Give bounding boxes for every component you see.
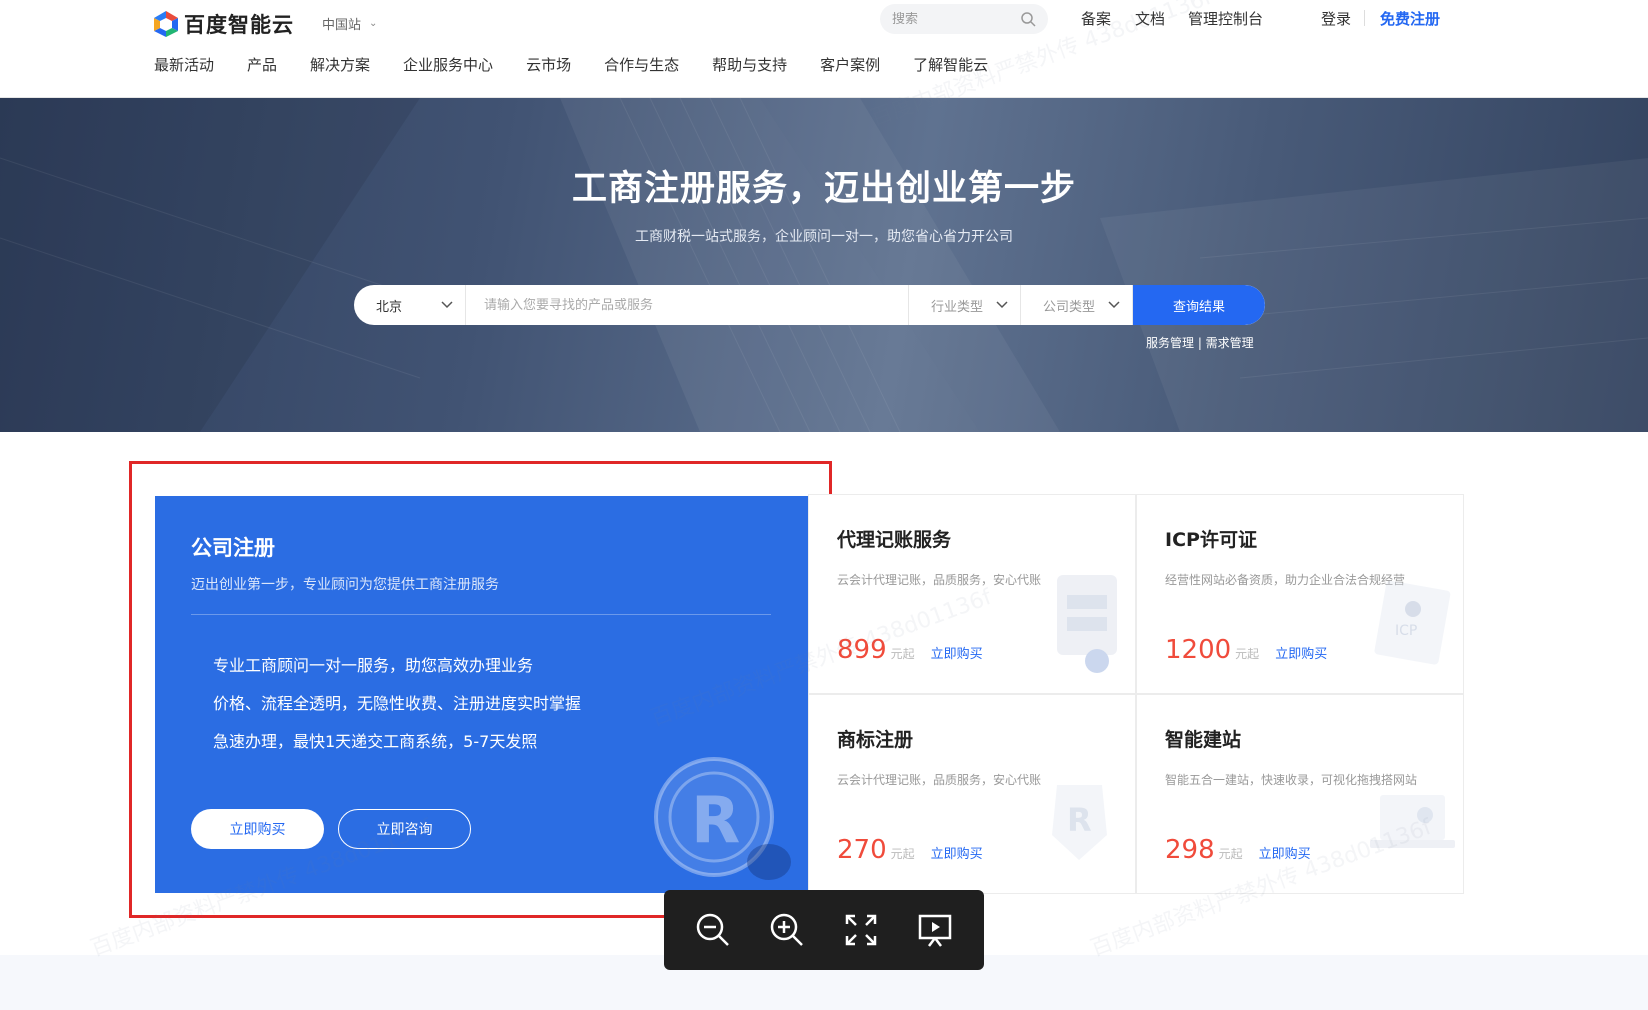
buy-now-link[interactable]: 立即购买	[1259, 843, 1311, 862]
card-description: 云会计代理记账，品质服务，安心代账	[837, 573, 1042, 587]
company-registration-card[interactable]: 公司注册 迈出创业第一步，专业顾问为您提供工商注册服务 专业工商顾问一对一服务，…	[155, 496, 808, 893]
chevron-down-icon	[996, 301, 1008, 309]
divider	[191, 614, 771, 615]
hero-title: 工商注册服务，迈出创业第一步	[571, 169, 1076, 209]
card-price: 298 元起 立即购买	[1165, 835, 1311, 865]
certificate-illustration-icon: ICP	[1374, 580, 1451, 665]
price-value: 270	[837, 835, 887, 865]
region-label: 中国站	[322, 18, 362, 33]
feature-bullet: 急速办理，最快1天递交工商系统，5-7天发照	[213, 732, 538, 751]
beian-link[interactable]: 备案	[1081, 8, 1111, 29]
login-link[interactable]: 登录	[1321, 8, 1351, 29]
top-header: 百度智能云 中国站 ⌄ 备案 文档 管理控制台 登录 免费注册 最新活动 产品 …	[0, 0, 1648, 98]
registered-trademark-icon: R	[654, 757, 791, 880]
console-link[interactable]: 管理控制台	[1188, 8, 1263, 29]
header-search[interactable]	[880, 4, 1048, 34]
card-price: 1200 元起 立即购买	[1165, 635, 1327, 665]
consult-button[interactable]: 立即咨询	[338, 809, 471, 849]
docs-link[interactable]: 文档	[1135, 8, 1165, 29]
nav-item-about[interactable]: 了解智能云	[913, 54, 988, 75]
price-unit: 元起	[890, 647, 915, 661]
search-icon[interactable]	[1020, 11, 1036, 27]
buy-now-link[interactable]: 立即购买	[931, 643, 983, 662]
feature-subtitle: 迈出创业第一步，专业顾问为您提供工商注册服务	[191, 577, 499, 593]
logo[interactable]: 百度智能云	[152, 8, 294, 40]
laptop-illustration-icon	[1370, 795, 1455, 848]
register-link[interactable]: 免费注册	[1380, 8, 1440, 29]
image-viewer-toolbar	[664, 890, 984, 970]
service-search-field[interactable]	[466, 285, 909, 325]
building-background-illustration	[0, 98, 1648, 432]
company-type-select[interactable]: 公司类型	[1021, 285, 1133, 325]
nav-item-partners[interactable]: 合作与生态	[604, 54, 679, 75]
feature-bullets: 专业工商顾问一对一服务，助您高效办理业务 价格、流程全透明，无隐性收费、注册进度…	[213, 652, 581, 766]
search-input[interactable]	[892, 11, 1002, 27]
card-title: ICP许可证	[1165, 529, 1257, 551]
industry-select[interactable]: 行业类型	[909, 285, 1021, 325]
bookkeeping-card[interactable]: 代理记账服务 云会计代理记账，品质服务，安心代账 899 元起 立即购买	[808, 494, 1136, 694]
region-selector[interactable]: 中国站 ⌄	[322, 14, 377, 33]
logo-text: 百度智能云	[184, 13, 294, 37]
feature-bullet: 专业工商顾问一对一服务，助您高效办理业务	[213, 656, 534, 675]
svg-text:R: R	[691, 784, 740, 858]
service-search-input[interactable]	[484, 297, 884, 313]
nav-item-cases[interactable]: 客户案例	[820, 54, 880, 75]
main-nav: 最新活动 产品 解决方案 企业服务中心 云市场 合作与生态 帮助与支持 客户案例…	[154, 54, 1021, 75]
card-title: 智能建站	[1165, 729, 1242, 751]
zoom-out-icon[interactable]	[694, 911, 732, 949]
fullscreen-icon[interactable]	[842, 911, 880, 949]
price-value: 1200	[1165, 635, 1232, 665]
price-unit: 元起	[890, 847, 915, 861]
ledger-illustration-icon	[1057, 575, 1117, 673]
presentation-icon[interactable]	[916, 911, 954, 949]
chevron-down-icon	[1108, 301, 1120, 309]
price-value: 298	[1165, 835, 1215, 865]
chevron-down-icon: ⌄	[369, 18, 378, 29]
nav-item-solutions[interactable]: 解决方案	[310, 54, 370, 75]
hero-subtitle: 工商财税一站式服务，企业顾问一对一，助您省心省力开公司	[635, 229, 1013, 245]
feature-title: 公司注册	[191, 536, 275, 560]
card-title: 商标注册	[837, 729, 914, 751]
feature-bullet: 价格、流程全透明，无隐性收费、注册进度实时掌握	[213, 694, 582, 713]
nav-item-enterprise-services[interactable]: 企业服务中心	[403, 54, 493, 75]
query-button[interactable]: 查询结果	[1133, 285, 1265, 325]
card-description: 云会计代理记账，品质服务，安心代账	[837, 773, 1042, 787]
divider	[1364, 10, 1365, 26]
hero-search-bar: 北京 行业类型 公司类型 查询结果	[354, 285, 1265, 325]
city-select[interactable]: 北京	[354, 285, 466, 325]
website-builder-card[interactable]: 智能建站 智能五合一建站，快速收录，可视化拖拽搭网站 298 元起 立即购买	[1136, 694, 1464, 894]
buy-now-link[interactable]: 立即购买	[1275, 643, 1327, 662]
card-price: 899 元起 立即购买	[837, 635, 983, 665]
svg-text:ICP: ICP	[1395, 623, 1417, 639]
trademark-illustration-icon: R	[1052, 785, 1107, 860]
buy-now-button[interactable]: 立即购买	[191, 809, 324, 849]
svg-text:R: R	[1067, 801, 1092, 839]
service-demand-links[interactable]: 服务管理 | 需求管理	[1146, 334, 1254, 351]
card-title: 代理记账服务	[837, 529, 952, 551]
price-unit: 元起	[1235, 647, 1260, 661]
zoom-in-icon[interactable]	[768, 911, 806, 949]
card-price: 270 元起 立即购买	[837, 835, 983, 865]
industry-placeholder: 行业类型	[931, 299, 984, 315]
trademark-card[interactable]: 商标注册 云会计代理记账，品质服务，安心代账 R 270 元起 立即购买	[808, 694, 1136, 894]
buy-now-link[interactable]: 立即购买	[931, 843, 983, 862]
nav-item-support[interactable]: 帮助与支持	[712, 54, 787, 75]
company-type-placeholder: 公司类型	[1043, 299, 1096, 315]
logo-mark-icon	[154, 11, 178, 37]
city-value: 北京	[376, 299, 403, 315]
price-value: 899	[837, 635, 887, 665]
nav-item-products[interactable]: 产品	[247, 54, 277, 75]
nav-item-activities[interactable]: 最新活动	[154, 54, 214, 75]
price-unit: 元起	[1218, 847, 1243, 861]
icp-license-card[interactable]: ICP许可证 经营性网站必备资质，助力企业合法合规经营 ICP 1200 元起 …	[1136, 494, 1464, 694]
chevron-down-icon	[441, 301, 453, 309]
hero-banner: 工商注册服务，迈出创业第一步 工商财税一站式服务，企业顾问一对一，助您省心省力开…	[0, 98, 1648, 432]
nav-item-marketplace[interactable]: 云市场	[526, 54, 571, 75]
